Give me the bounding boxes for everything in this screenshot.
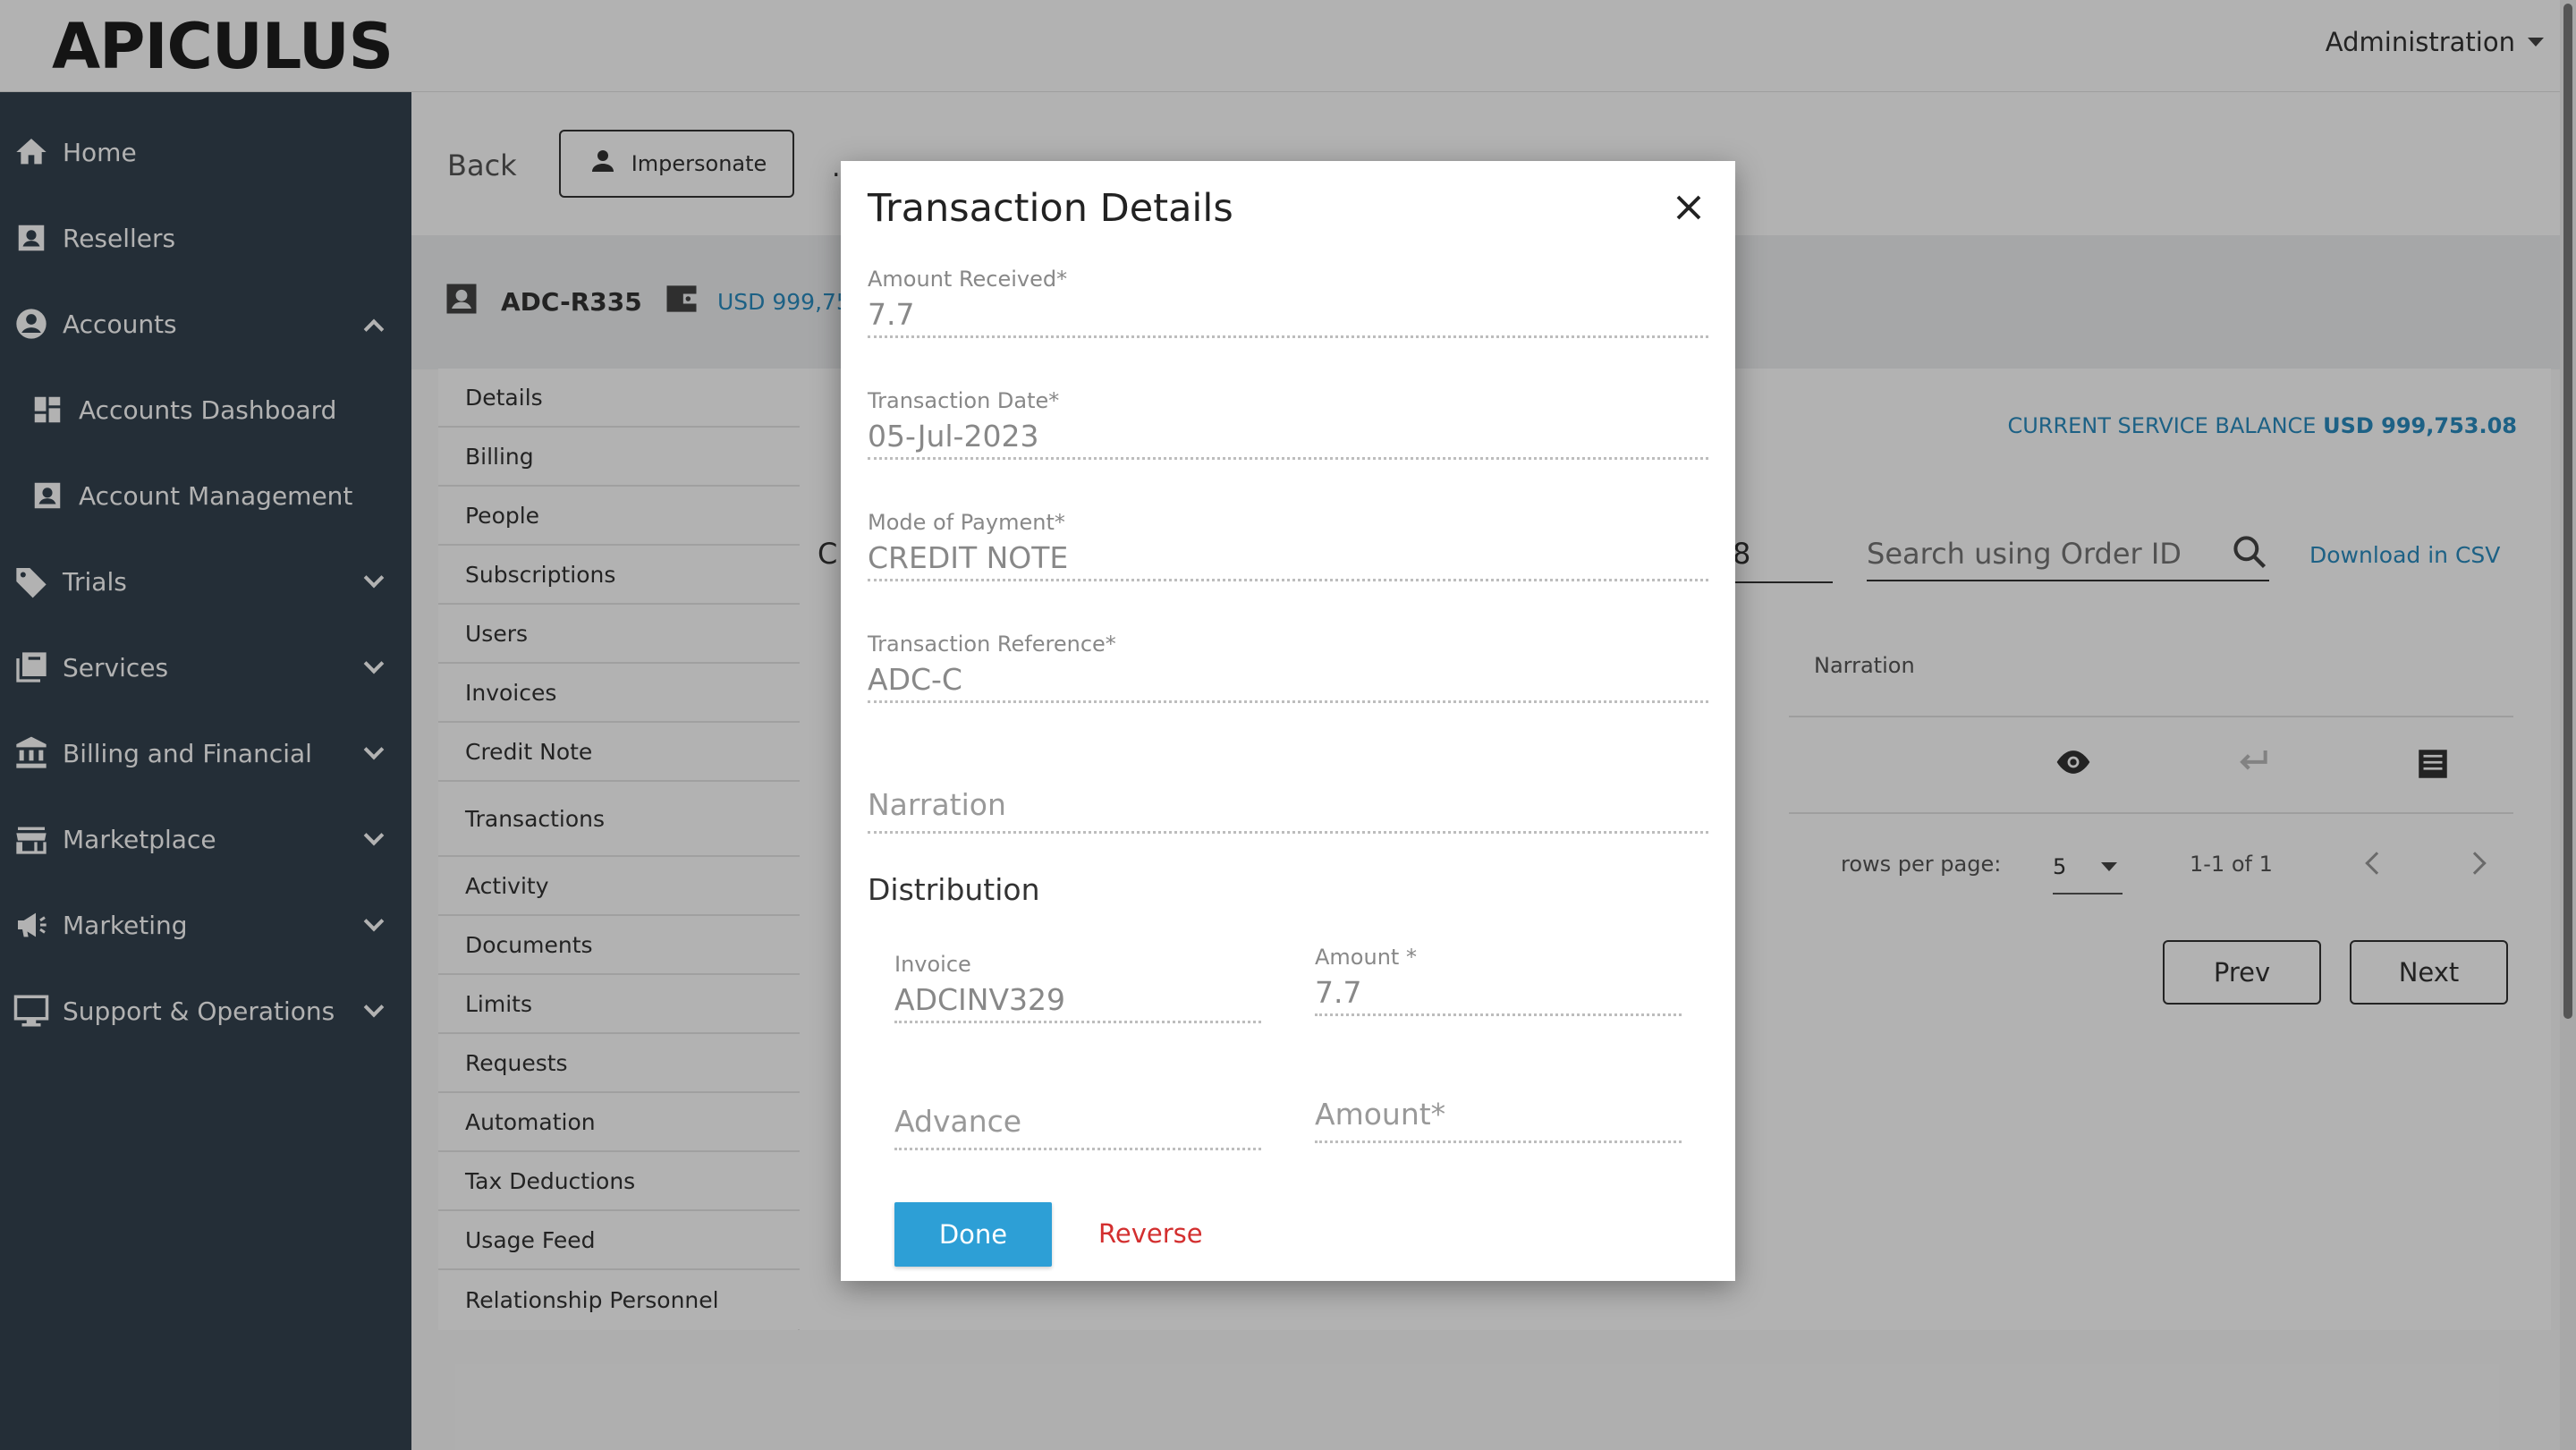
transaction-reference-label: Transaction Reference* xyxy=(868,632,1116,657)
amount-received-field[interactable]: Amount Received* 7.7 xyxy=(868,267,1708,338)
invoice-label: Invoice xyxy=(894,952,971,977)
transaction-reference-value: ADC-C xyxy=(868,662,1708,703)
advance-amount-input[interactable]: Amount* xyxy=(1315,1097,1682,1143)
amount-received-value: 7.7 xyxy=(868,297,1708,338)
distribution-amount-value: 7.7 xyxy=(1315,975,1682,1016)
transaction-reference-field[interactable]: Transaction Reference* ADC-C xyxy=(868,632,1708,703)
mode-of-payment-field[interactable]: Mode of Payment* CREDIT NOTE xyxy=(868,510,1708,581)
mode-of-payment-label: Mode of Payment* xyxy=(868,510,1065,535)
advance-input[interactable]: Advance xyxy=(894,1104,1261,1150)
transaction-date-label: Transaction Date* xyxy=(868,388,1060,413)
narration-input[interactable]: Narration xyxy=(868,787,1708,834)
distribution-amount-label: Amount * xyxy=(1315,945,1417,970)
reverse-button[interactable]: Reverse xyxy=(1098,1218,1203,1249)
invoice-field[interactable]: Invoice ADCINV329 xyxy=(894,952,1261,1023)
close-icon[interactable] xyxy=(1669,188,1708,227)
transaction-date-field[interactable]: Transaction Date* 05-Jul-2023 xyxy=(868,388,1708,460)
invoice-value: ADCINV329 xyxy=(894,982,1261,1023)
mode-of-payment-value: CREDIT NOTE xyxy=(868,540,1708,581)
distribution-heading: Distribution xyxy=(868,872,1040,907)
transaction-date-value: 05-Jul-2023 xyxy=(868,419,1708,460)
dialog-title: Transaction Details xyxy=(868,186,1233,231)
amount-received-label: Amount Received* xyxy=(868,267,1068,292)
transaction-details-dialog: Transaction Details Amount Received* 7.7… xyxy=(841,161,1735,1281)
distribution-amount-field[interactable]: Amount * 7.7 xyxy=(1315,945,1682,1016)
done-button[interactable]: Done xyxy=(894,1202,1052,1267)
